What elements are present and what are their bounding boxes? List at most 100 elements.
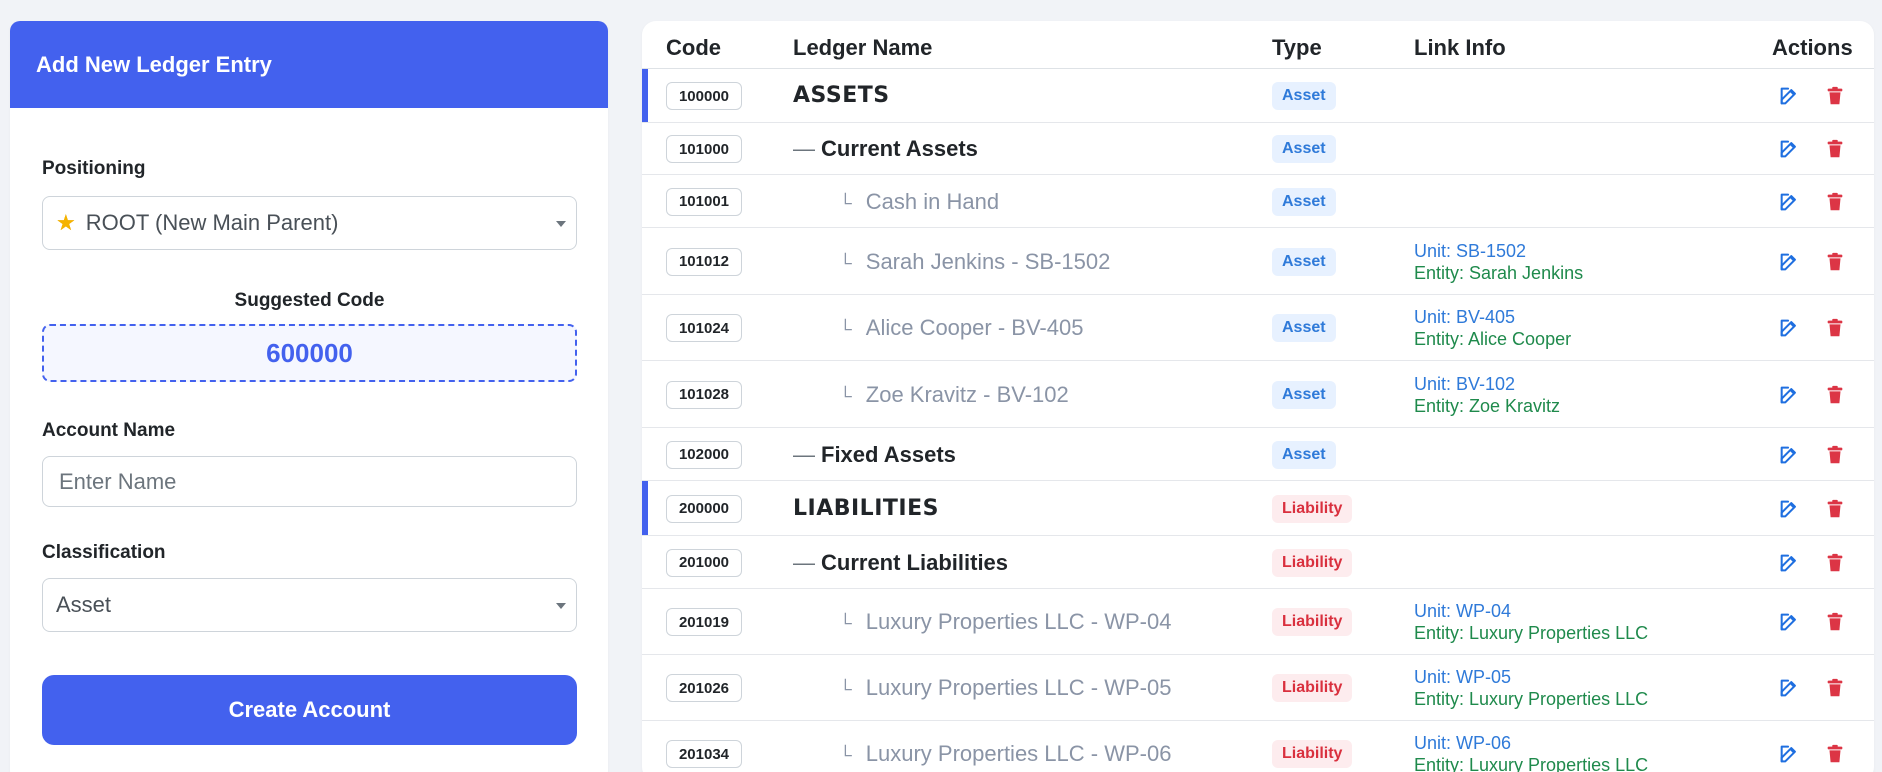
type-badge: Asset [1272, 135, 1336, 163]
suggested-code-label: Suggested Code [234, 290, 385, 311]
edit-icon[interactable] [1778, 85, 1800, 107]
trash-icon[interactable] [1824, 138, 1846, 160]
ledger-name: └ Cash in Hand [839, 189, 999, 215]
trash-icon[interactable] [1824, 251, 1846, 273]
account-name-input[interactable] [42, 456, 577, 507]
ledger-name-text: Zoe Kravitz - BV-102 [865, 381, 1069, 407]
ledger-name: └ Alice Cooper - BV-405 [839, 315, 1083, 341]
ledger-name-text: Alice Cooper - BV-405 [865, 315, 1084, 340]
edit-icon[interactable] [1778, 611, 1800, 633]
table-row: 100000 ASSETS Asset [642, 69, 1874, 123]
create-account-button[interactable]: Create Account [42, 675, 577, 745]
tree-elbow-icon: └ [839, 319, 852, 339]
link-entity[interactable]: Entity: Luxury Properties LLC [1414, 622, 1648, 644]
ledger-name-text: Sarah Jenkins - SB-1502 [865, 248, 1111, 274]
link-info: Unit: WP-06 Entity: Luxury Properties LL… [1414, 732, 1648, 772]
chevron-down-icon [556, 603, 566, 609]
tree-elbow-icon: └ [839, 192, 852, 213]
link-unit[interactable]: Unit: WP-04 [1414, 600, 1648, 622]
trash-icon[interactable] [1824, 444, 1846, 466]
ledger-name: — Current Assets [793, 136, 978, 162]
account-name-label: Account Name [42, 420, 176, 441]
ledger-name: └ Luxury Properties LLC - WP-04 [839, 609, 1171, 635]
ledger-name: LIABILITIES [793, 495, 939, 521]
trash-icon[interactable] [1824, 611, 1846, 633]
type-badge: Liability [1272, 674, 1353, 702]
ledger-name: └ Luxury Properties LLC - WP-06 [839, 741, 1171, 767]
code-badge: 101001 [666, 187, 742, 216]
edit-icon[interactable] [1778, 317, 1800, 339]
positioning-value: ROOT (New Main Parent) [85, 210, 339, 235]
link-unit[interactable]: Unit: SB-1502 [1414, 240, 1583, 262]
edit-icon[interactable] [1778, 138, 1800, 160]
classification-select[interactable]: Asset [42, 578, 577, 632]
ledger-name-text: Luxury Properties LLC - WP-04 [865, 609, 1172, 634]
table-row: 101024 └ Alice Cooper - BV-405 Asset Unit… [642, 295, 1874, 361]
link-entity[interactable]: Entity: Sarah Jenkins [1414, 262, 1583, 284]
link-entity[interactable]: Entity: Luxury Properties LLC [1414, 754, 1648, 772]
tree-dash-icon: — [793, 136, 815, 161]
tree-dash-icon: — [793, 549, 815, 575]
star-icon: ★ [56, 210, 76, 235]
edit-icon[interactable] [1778, 677, 1800, 699]
link-unit[interactable]: Unit: BV-102 [1414, 373, 1560, 395]
trash-icon[interactable] [1824, 677, 1846, 699]
trash-icon[interactable] [1824, 498, 1846, 520]
trash-icon[interactable] [1824, 552, 1846, 574]
table-row: 201000 — Current Liabilities Liability [642, 536, 1874, 589]
header-actions: Actions [1772, 35, 1853, 60]
trash-icon[interactable] [1824, 85, 1846, 107]
header-code: Code [666, 35, 721, 60]
link-entity[interactable]: Entity: Alice Cooper [1414, 328, 1571, 350]
edit-icon[interactable] [1778, 743, 1800, 765]
header-link-info: Link Info [1414, 35, 1506, 60]
edit-icon[interactable] [1778, 498, 1800, 520]
edit-icon[interactable] [1778, 444, 1800, 466]
tree-elbow-icon: └ [839, 385, 852, 406]
type-badge: Asset [1272, 380, 1336, 409]
table-row: 201034 └ Luxury Properties LLC - WP-06 Li… [642, 721, 1874, 772]
trash-icon[interactable] [1824, 743, 1846, 765]
ledger-name-text: Fixed Assets [821, 441, 956, 467]
edit-icon[interactable] [1778, 251, 1800, 273]
tree-dash-icon: — [793, 441, 815, 467]
link-info: Unit: WP-04 Entity: Luxury Properties LL… [1414, 600, 1648, 644]
code-badge: 101012 [666, 247, 742, 276]
table-row: 101012 └ Sarah Jenkins - SB-1502 Asset Un… [642, 228, 1874, 295]
trash-icon[interactable] [1824, 191, 1846, 213]
table-row: 102000 — Fixed Assets Asset [642, 428, 1874, 481]
ledger-name: └ Luxury Properties LLC - WP-05 [839, 675, 1171, 701]
form-title: Add New Ledger Entry [10, 21, 608, 108]
code-badge: 102000 [666, 440, 742, 469]
link-entity[interactable]: Entity: Luxury Properties LLC [1414, 688, 1648, 710]
code-badge: 201026 [666, 674, 742, 702]
link-unit[interactable]: Unit: WP-06 [1414, 732, 1648, 754]
ledger-name: — Current Liabilities [793, 550, 1008, 576]
tree-elbow-icon: └ [839, 252, 852, 273]
table-header: Code Ledger Name Type Link Info Actions [642, 21, 1874, 69]
type-badge: Liability [1272, 740, 1353, 768]
edit-icon[interactable] [1778, 552, 1800, 574]
code-badge: 101024 [666, 314, 742, 342]
link-entity[interactable]: Entity: Zoe Kravitz [1414, 395, 1560, 417]
link-info: Unit: BV-102 Entity: Zoe Kravitz [1414, 373, 1560, 417]
link-unit[interactable]: Unit: BV-405 [1414, 306, 1571, 328]
add-ledger-form: Add New Ledger Entry Positioning ★ ROOT … [10, 21, 608, 772]
type-badge: Liability [1272, 494, 1353, 523]
type-badge: Asset [1272, 187, 1336, 216]
ledger-name: ASSETS [793, 83, 890, 108]
ledger-table: Code Ledger Name Type Link Info Actions … [642, 21, 1874, 772]
trash-icon[interactable] [1824, 317, 1846, 339]
link-unit[interactable]: Unit: WP-05 [1414, 666, 1648, 688]
code-badge: 200000 [666, 494, 742, 523]
type-badge: Liability [1272, 608, 1353, 636]
ledger-name-text: Luxury Properties LLC - WP-06 [865, 741, 1172, 766]
edit-icon[interactable] [1778, 191, 1800, 213]
table-row: 200000 LIABILITIES Liability [642, 481, 1874, 536]
trash-icon[interactable] [1824, 384, 1846, 406]
code-badge: 100000 [666, 82, 742, 110]
edit-icon[interactable] [1778, 384, 1800, 406]
classification-value: Asset [56, 592, 112, 617]
positioning-select[interactable]: ★ ROOT (New Main Parent) [42, 196, 577, 250]
type-badge: Asset [1272, 247, 1336, 276]
